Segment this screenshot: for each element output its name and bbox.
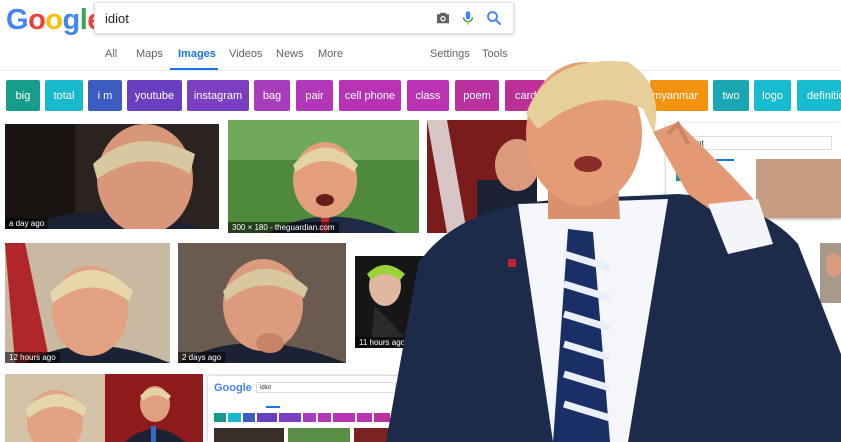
- search-box[interactable]: [94, 2, 514, 34]
- related-chip[interactable]: big: [6, 80, 40, 111]
- chip-label: pair: [305, 89, 324, 102]
- mini-tab-indicator: [266, 406, 280, 408]
- related-chip[interactable]: i m: [88, 80, 122, 111]
- tab-news[interactable]: News: [276, 48, 304, 60]
- image-result[interactable]: a day ago: [5, 124, 219, 229]
- tab-videos[interactable]: Videos: [229, 48, 262, 60]
- tab-more[interactable]: More: [318, 48, 343, 60]
- search-icon[interactable]: [485, 9, 503, 27]
- chip-label: bag: [262, 89, 282, 102]
- microphone-icon[interactable]: [459, 9, 477, 27]
- pointing-man-photo: [386, 61, 841, 442]
- mini-logo: Google: [214, 382, 252, 394]
- foreground-photo: [378, 54, 841, 442]
- result-photo: [105, 374, 203, 442]
- related-chip[interactable]: instagram: [187, 80, 249, 111]
- image-result[interactable]: [5, 374, 105, 442]
- related-chip[interactable]: pair: [296, 80, 333, 111]
- result-timestamp: a day ago: [5, 218, 49, 229]
- google-logo[interactable]: Google: [6, 2, 103, 38]
- result-timestamp: 12 hours ago: [5, 352, 60, 363]
- logo-letter: G: [6, 4, 29, 36]
- chip-label: total: [53, 89, 75, 102]
- related-chip[interactable]: bag: [254, 80, 290, 111]
- result-photo: [5, 243, 170, 363]
- tab-all[interactable]: All: [105, 48, 117, 60]
- chip-label: instagram: [193, 89, 243, 102]
- image-result[interactable]: 12 hours ago: [5, 243, 170, 363]
- result-photo: [5, 374, 105, 442]
- mini-search-box: idiot: [256, 382, 396, 393]
- tab-images[interactable]: Images: [178, 48, 216, 60]
- related-chip[interactable]: youtube: [127, 80, 182, 111]
- logo-letter: g: [62, 4, 81, 36]
- logo-letter: o: [28, 4, 46, 36]
- logo-letter: o: [45, 4, 63, 36]
- chip-label: big: [15, 89, 31, 102]
- result-photo: [178, 243, 346, 363]
- camera-icon[interactable]: [434, 9, 452, 27]
- chip-label: i m: [97, 89, 113, 102]
- result-timestamp: 2 days ago: [178, 352, 226, 363]
- chip-label: youtube: [134, 89, 175, 102]
- image-result[interactable]: [105, 374, 203, 442]
- result-photo: [5, 124, 219, 229]
- tab-maps[interactable]: Maps: [136, 48, 163, 60]
- related-chip[interactable]: total: [45, 80, 83, 111]
- image-result[interactable]: 2 days ago: [178, 243, 346, 363]
- result-timestamp: 300 × 180 - theguardian.com: [228, 222, 339, 233]
- search-input[interactable]: [105, 8, 405, 28]
